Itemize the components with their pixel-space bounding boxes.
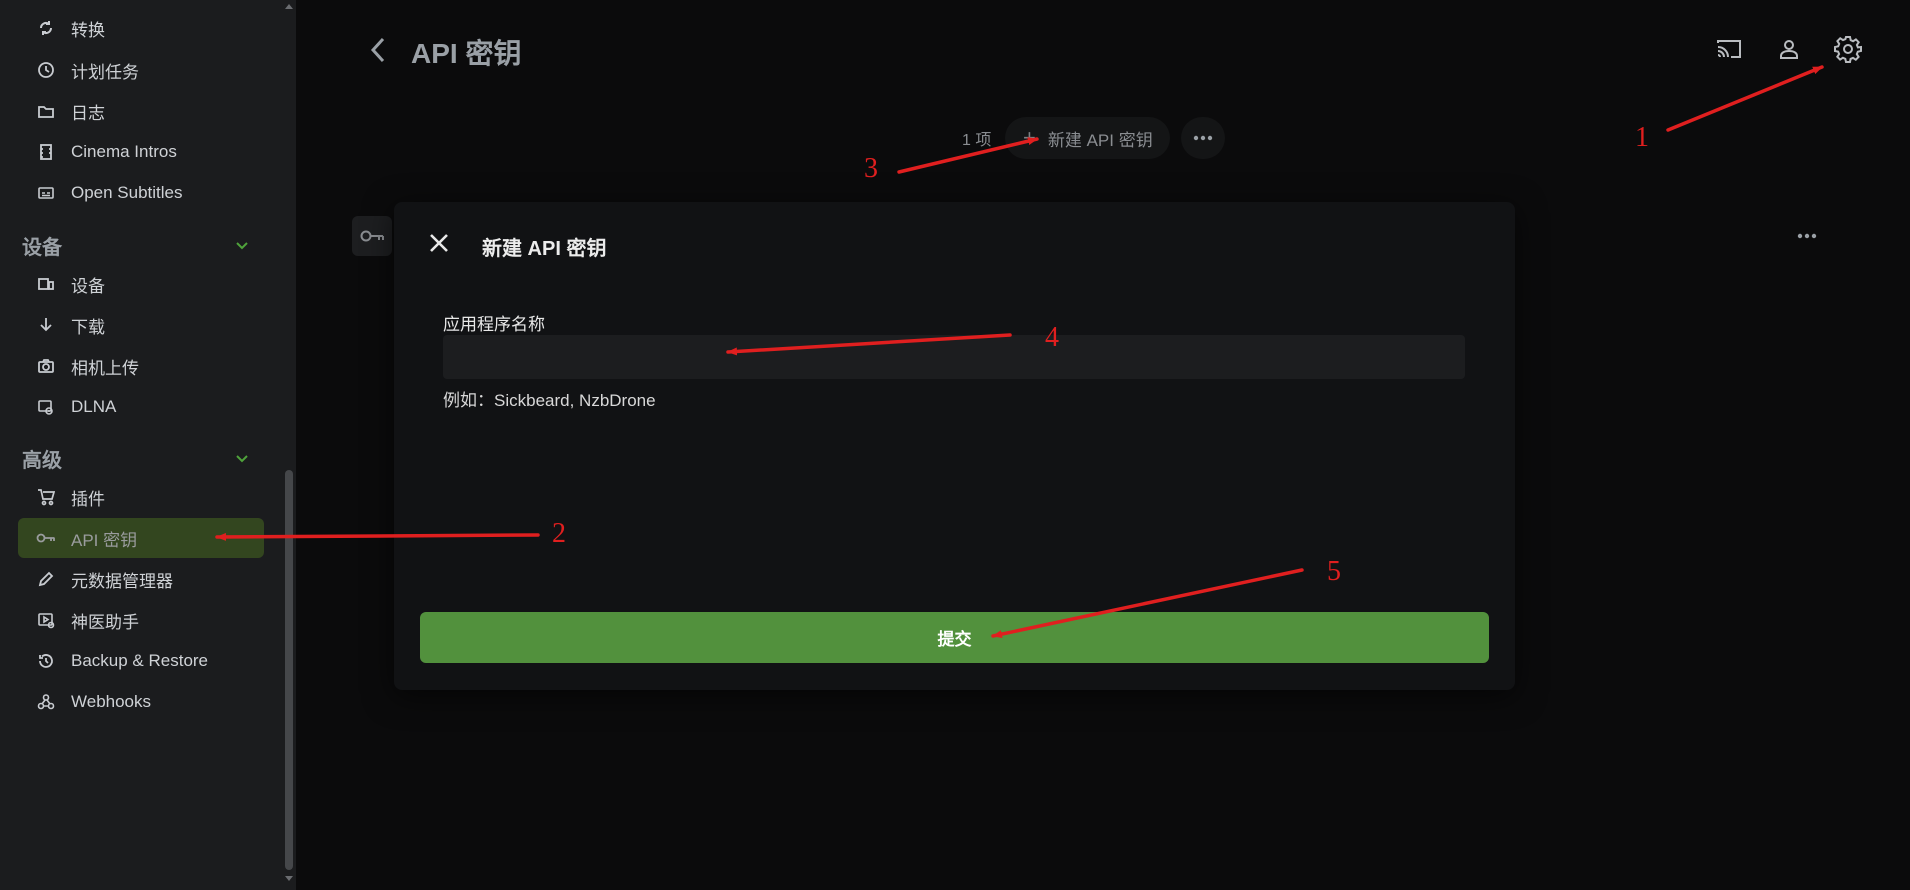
sidebar-item-label: 元数据管理器 bbox=[71, 571, 173, 591]
download-icon bbox=[34, 313, 58, 337]
more-horizontal-icon bbox=[1797, 233, 1817, 239]
sidebar-item-label: 转换 bbox=[71, 20, 105, 40]
annotation-label-1: 1 bbox=[1635, 122, 1649, 153]
sidebar-item-label: 设备 bbox=[71, 276, 105, 296]
back-button[interactable] bbox=[360, 30, 396, 70]
sidebar-item-label: Cinema Intros bbox=[71, 142, 177, 161]
clock-icon bbox=[34, 58, 58, 82]
more-options-button[interactable] bbox=[1181, 117, 1225, 159]
sidebar-item-logs[interactable]: 日志 bbox=[18, 91, 264, 131]
sidebar-item-label: Open Subtitles bbox=[71, 183, 183, 202]
sidebar-scrollbar-thumb[interactable] bbox=[285, 470, 293, 870]
item-count: 1 项 bbox=[962, 132, 992, 149]
sidebar-item-api-keys[interactable]: API 密钥 bbox=[18, 518, 264, 558]
plugin-cart-icon bbox=[34, 485, 58, 509]
convert-icon bbox=[34, 16, 58, 40]
key-icon bbox=[360, 230, 384, 242]
sidebar-item-label: 下载 bbox=[71, 317, 105, 337]
section-title: 高级 bbox=[22, 449, 62, 472]
subtitles-icon bbox=[34, 181, 58, 205]
user-icon bbox=[1780, 40, 1798, 59]
new-api-key-dialog: 新建 API 密钥 应用程序名称 例如：Sickbeard, NzbDrone … bbox=[394, 202, 1515, 690]
restore-icon bbox=[34, 649, 58, 673]
sidebar-item-label: 插件 bbox=[71, 489, 105, 509]
sidebar-item-convert[interactable]: 转换 bbox=[18, 8, 264, 48]
sidebar-item-metadata-manager[interactable]: 元数据管理器 bbox=[18, 559, 264, 599]
chevron-left-icon bbox=[370, 37, 385, 63]
cast-icon bbox=[1717, 40, 1741, 58]
new-api-key-label: 新建 API 密钥 bbox=[1047, 130, 1153, 150]
sidebar-item-helper[interactable]: 神医助手 bbox=[18, 600, 264, 640]
sidebar-item-camera-upload[interactable]: 相机上传 bbox=[18, 346, 264, 386]
app-name-label: 应用程序名称 bbox=[443, 315, 545, 334]
row-more-button[interactable] bbox=[1790, 224, 1824, 248]
close-button[interactable] bbox=[424, 228, 454, 258]
sidebar-section-devices[interactable]: 设备 bbox=[22, 228, 264, 262]
chevron-down-icon[interactable] bbox=[234, 237, 250, 253]
annotation-label-2: 2 bbox=[552, 518, 566, 549]
sidebar-item-plugins[interactable]: 插件 bbox=[18, 477, 264, 517]
user-button[interactable] bbox=[1772, 32, 1806, 66]
page-title: API 密钥 bbox=[411, 38, 522, 69]
gear-icon bbox=[1834, 36, 1862, 63]
annotation-label-4: 4 bbox=[1045, 322, 1059, 353]
sidebar-item-scheduled-tasks[interactable]: 计划任务 bbox=[18, 50, 264, 90]
sidebar-item-dlna[interactable]: DLNA bbox=[18, 387, 264, 427]
cast-button[interactable] bbox=[1712, 32, 1746, 66]
chevron-down-icon[interactable] bbox=[234, 450, 250, 466]
sidebar-item-label: Webhooks bbox=[71, 692, 152, 711]
sidebar-item-label: 神医助手 bbox=[71, 612, 139, 632]
key-icon bbox=[34, 526, 58, 550]
annotation-label-5: 5 bbox=[1327, 556, 1341, 587]
sidebar: 转换 计划任务 日志 Cinema Intros Open Subtitles … bbox=[0, 0, 296, 890]
close-icon bbox=[430, 234, 448, 252]
camera-icon bbox=[34, 354, 58, 378]
dialog-title: 新建 API 密钥 bbox=[482, 238, 607, 260]
annotation-arrow-1 bbox=[1666, 65, 1824, 132]
webhook-icon bbox=[34, 690, 58, 714]
sidebar-item-label: Backup & Restore bbox=[71, 651, 209, 670]
folder-icon bbox=[34, 99, 58, 123]
dlna-icon bbox=[34, 395, 58, 419]
app-name-input[interactable] bbox=[443, 335, 1465, 379]
sidebar-section-advanced[interactable]: 高级 bbox=[22, 441, 264, 475]
scroll-down-arrow-icon[interactable] bbox=[285, 876, 293, 881]
sidebar-item-label: 相机上传 bbox=[71, 358, 139, 378]
submit-button[interactable]: 提交 bbox=[420, 612, 1489, 663]
pencil-icon bbox=[34, 567, 58, 591]
sidebar-item-backup-restore[interactable]: Backup & Restore bbox=[18, 641, 264, 681]
annotation-label-3: 3 bbox=[864, 153, 878, 184]
helper-icon bbox=[34, 608, 58, 632]
plus-icon: + bbox=[1023, 125, 1036, 150]
api-key-row-icon bbox=[352, 216, 392, 256]
sidebar-item-webhooks[interactable]: Webhooks bbox=[18, 682, 264, 722]
sidebar-item-devices[interactable]: 设备 bbox=[18, 264, 264, 304]
sidebar-item-cinema-intros[interactable]: Cinema Intros bbox=[18, 132, 264, 172]
scroll-up-arrow-icon[interactable] bbox=[285, 4, 293, 9]
film-icon bbox=[34, 140, 58, 164]
more-horizontal-icon bbox=[1193, 135, 1213, 141]
app-name-hint: 例如：Sickbeard, NzbDrone bbox=[443, 391, 656, 410]
sidebar-item-label: 日志 bbox=[71, 103, 105, 123]
sidebar-item-download[interactable]: 下载 bbox=[18, 305, 264, 345]
section-title: 设备 bbox=[22, 236, 62, 259]
sidebar-item-label: API 密钥 bbox=[71, 530, 138, 550]
settings-button[interactable] bbox=[1831, 32, 1865, 66]
new-api-key-button[interactable]: + 新建 API 密钥 bbox=[1005, 117, 1170, 159]
sidebar-item-label: 计划任务 bbox=[71, 62, 139, 82]
sidebar-item-open-subtitles[interactable]: Open Subtitles bbox=[18, 173, 264, 213]
devices-icon bbox=[34, 272, 58, 296]
sidebar-item-label: DLNA bbox=[71, 397, 117, 416]
